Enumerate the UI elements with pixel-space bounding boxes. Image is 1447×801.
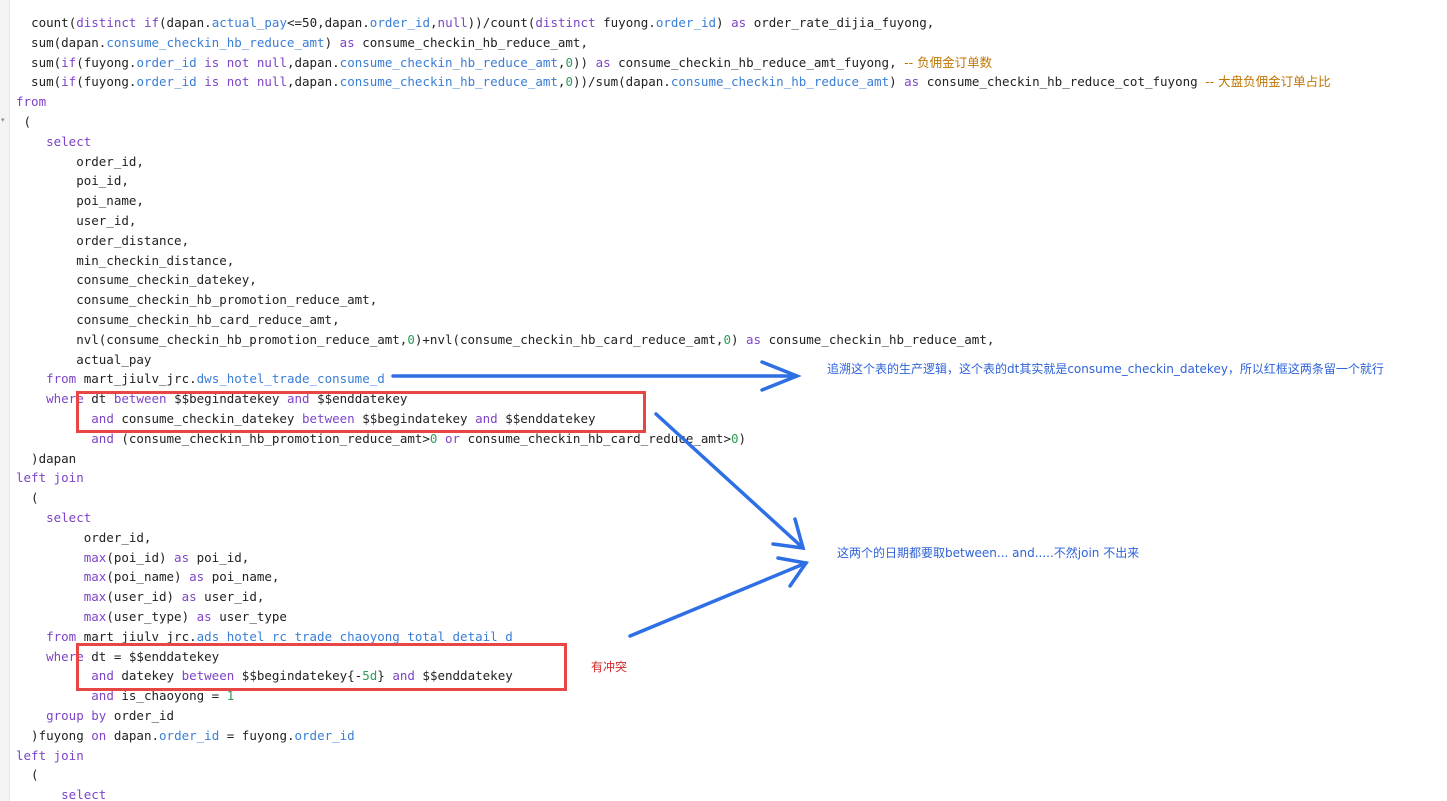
annotation-arrows	[391, 360, 809, 638]
annotation-note-between-dates: 这两个的日期都要取between... and.....不然join 不出来	[837, 546, 1140, 560]
code-editor-screenshot: ▾ count(distinct if(dapan.actual_pay<=50…	[0, 0, 1447, 801]
annotation-note-trace-logic: 追溯这个表的生产逻辑，这个表的dt其实就是consume_checkin_dat…	[827, 362, 1384, 376]
arrow-to-note-2-top	[654, 412, 805, 550]
arrow-to-note-2-bottom	[628, 561, 808, 638]
annotation-note-conflict: 有冲突	[591, 660, 628, 674]
